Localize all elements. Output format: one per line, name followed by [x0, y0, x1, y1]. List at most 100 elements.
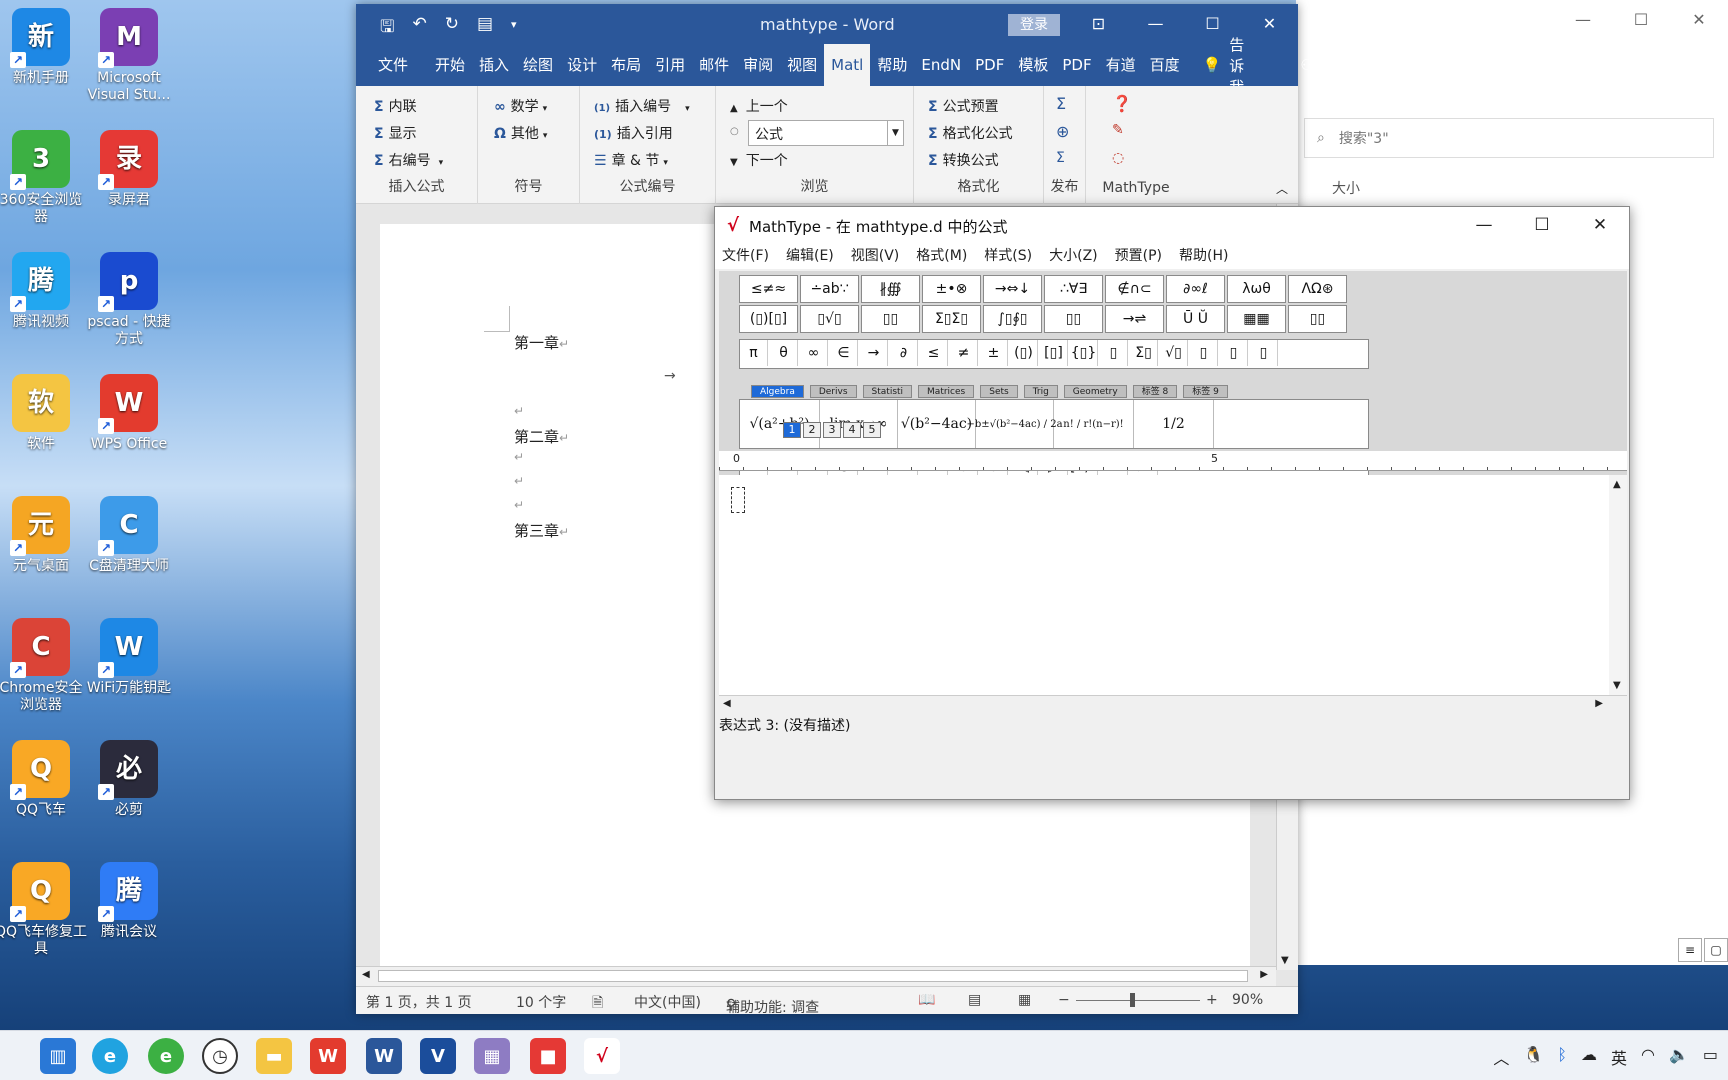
palette-tab[interactable]: Trig — [1023, 385, 1058, 398]
document-line[interactable]: 第二章↵ — [514, 426, 569, 447]
size-tab[interactable]: 1 — [783, 422, 801, 438]
size-tab[interactable]: 3 — [823, 422, 841, 438]
redo-icon[interactable]: ↻ — [445, 14, 459, 43]
quick-symbol-button[interactable]: ▯ — [1250, 340, 1278, 366]
quick-symbol-button[interactable]: → — [860, 340, 888, 366]
desktop-shortcut[interactable]: 软软件 — [0, 374, 88, 453]
undo-icon[interactable]: ↶ — [412, 14, 426, 43]
layout-icon[interactable]: ▤ — [477, 14, 493, 43]
palette-tab[interactable]: 标签 9 — [1183, 385, 1228, 398]
mathtype-tools-icon[interactable]: ✎ — [1112, 122, 1124, 138]
mathtype-menu-item[interactable]: 编辑(E) — [786, 243, 834, 269]
quick-symbol-button[interactable]: (▯) — [1010, 340, 1038, 366]
math-symbols-button[interactable]: ∞ 数学 ▾ — [494, 96, 547, 116]
palette-tab[interactable]: Algebra — [751, 385, 804, 398]
print-layout-icon[interactable]: ▤ — [968, 992, 981, 1008]
template-palette-button[interactable]: ▯√▯ — [800, 305, 859, 333]
volume-icon[interactable]: 🔈 — [1669, 1045, 1689, 1069]
explorer-search-box[interactable]: ⌕ 搜索"3" — [1304, 118, 1714, 158]
battery-icon[interactable]: ▭ — [1703, 1045, 1718, 1069]
format-formulas-button[interactable]: Σ 格式化公式 — [928, 123, 1013, 143]
symbol-palette-button[interactable]: ∸ab∵ — [800, 275, 859, 303]
cloud-icon[interactable]: ☁ — [1581, 1045, 1597, 1069]
ribbon-tab[interactable]: 设计 — [560, 44, 604, 86]
insert-reference-button[interactable]: (1) 插入引用 — [594, 123, 673, 143]
template-palette-button[interactable]: ▯▯ — [861, 305, 920, 333]
read-mode-icon[interactable]: 📖 — [918, 992, 935, 1008]
horizontal-scroll-thumb[interactable] — [378, 970, 1248, 982]
scroll-left-icon[interactable]: ◀ — [723, 698, 731, 709]
convert-formulas-button[interactable]: Σ 转换公式 — [928, 150, 999, 170]
tex-icon[interactable]: Σ — [1056, 150, 1065, 166]
size-tab[interactable]: 5 — [863, 422, 881, 438]
document-line[interactable]: 第一章↵ — [514, 332, 569, 353]
desktop-shortcut[interactable]: W WPS Office — [82, 374, 176, 453]
symbol-palette-button[interactable]: ∦∰ — [861, 275, 920, 303]
mathtype-menu-item[interactable]: 预置(P) — [1115, 243, 1162, 269]
minimize-icon[interactable]: — — [1554, 0, 1612, 40]
symbol-palette-button[interactable]: →⇔↓ — [983, 275, 1042, 303]
mathtype-menu-item[interactable]: 大小(Z) — [1049, 243, 1098, 269]
mathtype-vertical-scrollbar[interactable]: ▲ ▼ — [1609, 475, 1627, 695]
desktop-shortcut[interactable]: C C盘清理大师 — [82, 496, 176, 575]
template-button[interactable]: −b±√(b²−4ac) / 2a — [966, 400, 1063, 448]
desktop-shortcut[interactable]: 录录屏君 — [82, 130, 176, 209]
quick-symbol-button[interactable]: ∂ — [890, 340, 918, 366]
web-layout-icon[interactable]: ▦ — [1018, 992, 1031, 1008]
qq-icon[interactable]: 🐧 — [1523, 1045, 1543, 1069]
desktop-shortcut[interactable]: 腾腾讯视频 — [0, 252, 88, 331]
login-button[interactable]: 登录 — [1008, 14, 1060, 36]
ribbon-tab[interactable]: 开始 — [428, 44, 472, 86]
symbol-palette-button[interactable]: ±•⊗ — [922, 275, 981, 303]
template-button[interactable]: 1/2 — [1134, 400, 1214, 448]
right-number-button[interactable]: Σ 右编号 ▾ — [374, 150, 443, 170]
mathtype-menu-item[interactable]: 样式(S) — [984, 243, 1032, 269]
quick-symbol-button[interactable]: [▯] — [1040, 340, 1068, 366]
desktop-shortcut[interactable]: ppscad - 快捷方式 — [82, 252, 176, 348]
palette-tab[interactable]: Matrices — [918, 385, 975, 398]
ribbon-tab[interactable]: 视图 — [780, 44, 824, 86]
folder-icon[interactable]: ▬ — [256, 1038, 292, 1074]
desktop-shortcut[interactable]: W WiFi万能钥匙 — [82, 618, 176, 697]
quick-symbol-button[interactable]: Σ▯ — [1130, 340, 1158, 366]
zoom-slider-thumb[interactable] — [1129, 993, 1135, 1007]
save-icon[interactable]: 🖫 — [380, 14, 394, 43]
zoom-slider[interactable] — [1076, 1000, 1200, 1001]
mathtype-menu-item[interactable]: 帮助(H) — [1179, 243, 1228, 269]
ribbon-tab[interactable]: 有道 — [1099, 44, 1143, 86]
scroll-right-icon[interactable]: ▶ — [1260, 969, 1268, 980]
globe-icon[interactable]: ⊕ — [1056, 122, 1069, 141]
mathtype-horizontal-scrollbar[interactable]: ◀ ▶ — [719, 695, 1627, 713]
ribbon-tab[interactable]: 引用 — [648, 44, 692, 86]
symbol-palette-button[interactable]: ∴∀∃ — [1044, 275, 1103, 303]
template-palette-button[interactable]: Ū Ŭ — [1166, 305, 1225, 333]
zoom-level[interactable]: 90% — [1232, 992, 1263, 1008]
palette-tab[interactable]: 标签 8 — [1132, 385, 1178, 398]
maximize-icon[interactable]: ☐ — [1513, 207, 1571, 243]
quick-symbol-button[interactable]: ≤ — [920, 340, 948, 366]
ribbon-tab[interactable]: 模板 — [1011, 44, 1055, 86]
input-method[interactable]: 英 — [1611, 1045, 1627, 1069]
zoom-out-icon[interactable]: − — [1058, 992, 1070, 1008]
equation-editor-area[interactable]: ▲ ▼ — [719, 475, 1627, 695]
palette-tab[interactable]: Statisti — [862, 385, 913, 398]
symbol-palette-button[interactable]: ΛΩ⊛ — [1288, 275, 1347, 303]
quick-symbol-button[interactable]: √▯ — [1160, 340, 1188, 366]
palette-tab[interactable]: Geometry — [1063, 385, 1127, 398]
symbol-palette-button[interactable]: λωθ — [1227, 275, 1286, 303]
template-palette-button[interactable]: Σ▯Σ▯ — [922, 305, 981, 333]
size-tab[interactable]: 2 — [803, 422, 821, 438]
visio-icon[interactable]: V — [420, 1038, 456, 1074]
wifi-icon[interactable]: ◠ — [1641, 1045, 1655, 1069]
insertion-slot[interactable] — [731, 487, 745, 513]
browse-type-combo[interactable]: 公式 ▼ — [748, 120, 904, 146]
palette-tab[interactable]: Derivs — [809, 385, 857, 398]
screen-recorder-icon[interactable]: ■ — [530, 1038, 566, 1074]
size-tab[interactable]: 4 — [843, 422, 861, 438]
scroll-right-icon[interactable]: ▶ — [1595, 698, 1603, 709]
symbol-palette-button[interactable]: ∂∞ℓ — [1166, 275, 1225, 303]
ribbon-tab[interactable]: 审阅 — [736, 44, 780, 86]
desktop-shortcut[interactable]: CChrome安全浏览器 — [0, 618, 88, 714]
other-symbols-button[interactable]: Ω 其他 ▾ — [494, 123, 547, 143]
size-column-header[interactable]: 大小 — [1332, 178, 1360, 198]
